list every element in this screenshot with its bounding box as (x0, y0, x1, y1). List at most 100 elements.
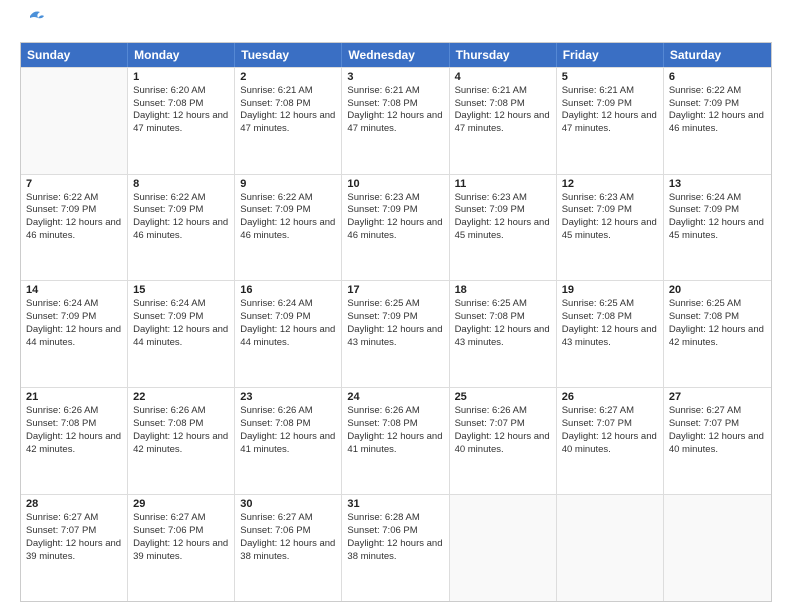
day-number: 2 (240, 71, 336, 83)
day-header-sunday: Sunday (21, 43, 128, 67)
day-header-monday: Monday (128, 43, 235, 67)
cell-info: Sunrise: 6:25 AMSunset: 7:08 PMDaylight:… (562, 298, 658, 349)
day-number: 6 (669, 71, 766, 83)
cal-cell (557, 495, 664, 601)
cal-cell: 12 Sunrise: 6:23 AMSunset: 7:09 PMDaylig… (557, 175, 664, 281)
cal-cell: 14 Sunrise: 6:24 AMSunset: 7:09 PMDaylig… (21, 281, 128, 387)
cal-cell: 29 Sunrise: 6:27 AMSunset: 7:06 PMDaylig… (128, 495, 235, 601)
cal-cell: 20 Sunrise: 6:25 AMSunset: 7:08 PMDaylig… (664, 281, 771, 387)
cal-cell: 4 Sunrise: 6:21 AMSunset: 7:08 PMDayligh… (450, 68, 557, 174)
day-number: 27 (669, 391, 766, 403)
day-number: 22 (133, 391, 229, 403)
cal-cell: 11 Sunrise: 6:23 AMSunset: 7:09 PMDaylig… (450, 175, 557, 281)
cell-info: Sunrise: 6:26 AMSunset: 7:07 PMDaylight:… (455, 405, 551, 456)
cell-info: Sunrise: 6:24 AMSunset: 7:09 PMDaylight:… (240, 298, 336, 349)
cell-info: Sunrise: 6:23 AMSunset: 7:09 PMDaylight:… (455, 192, 551, 243)
cell-info: Sunrise: 6:24 AMSunset: 7:09 PMDaylight:… (669, 192, 766, 243)
day-number: 21 (26, 391, 122, 403)
day-number: 28 (26, 498, 122, 510)
day-header-tuesday: Tuesday (235, 43, 342, 67)
day-header-wednesday: Wednesday (342, 43, 449, 67)
calendar-body: 1 Sunrise: 6:20 AMSunset: 7:08 PMDayligh… (21, 67, 771, 601)
cell-info: Sunrise: 6:23 AMSunset: 7:09 PMDaylight:… (562, 192, 658, 243)
cell-info: Sunrise: 6:21 AMSunset: 7:08 PMDaylight:… (347, 85, 443, 136)
day-number: 11 (455, 178, 551, 190)
day-header-thursday: Thursday (450, 43, 557, 67)
cal-cell (21, 68, 128, 174)
calendar-header: SundayMondayTuesdayWednesdayThursdayFrid… (21, 43, 771, 67)
cal-cell: 19 Sunrise: 6:25 AMSunset: 7:08 PMDaylig… (557, 281, 664, 387)
day-number: 1 (133, 71, 229, 83)
cal-cell: 25 Sunrise: 6:26 AMSunset: 7:07 PMDaylig… (450, 388, 557, 494)
cal-cell: 7 Sunrise: 6:22 AMSunset: 7:09 PMDayligh… (21, 175, 128, 281)
day-number: 5 (562, 71, 658, 83)
cell-info: Sunrise: 6:22 AMSunset: 7:09 PMDaylight:… (240, 192, 336, 243)
day-number: 26 (562, 391, 658, 403)
day-number: 24 (347, 391, 443, 403)
day-number: 10 (347, 178, 443, 190)
cal-cell: 22 Sunrise: 6:26 AMSunset: 7:08 PMDaylig… (128, 388, 235, 494)
cell-info: Sunrise: 6:27 AMSunset: 7:07 PMDaylight:… (562, 405, 658, 456)
cell-info: Sunrise: 6:26 AMSunset: 7:08 PMDaylight:… (240, 405, 336, 456)
cal-cell: 23 Sunrise: 6:26 AMSunset: 7:08 PMDaylig… (235, 388, 342, 494)
cell-info: Sunrise: 6:26 AMSunset: 7:08 PMDaylight:… (347, 405, 443, 456)
day-number: 9 (240, 178, 336, 190)
cal-cell: 28 Sunrise: 6:27 AMSunset: 7:07 PMDaylig… (21, 495, 128, 601)
day-number: 14 (26, 284, 122, 296)
day-number: 19 (562, 284, 658, 296)
day-number: 4 (455, 71, 551, 83)
cal-cell: 2 Sunrise: 6:21 AMSunset: 7:08 PMDayligh… (235, 68, 342, 174)
cal-cell: 27 Sunrise: 6:27 AMSunset: 7:07 PMDaylig… (664, 388, 771, 494)
day-number: 16 (240, 284, 336, 296)
cal-cell: 6 Sunrise: 6:22 AMSunset: 7:09 PMDayligh… (664, 68, 771, 174)
cal-cell: 15 Sunrise: 6:24 AMSunset: 7:09 PMDaylig… (128, 281, 235, 387)
cell-info: Sunrise: 6:20 AMSunset: 7:08 PMDaylight:… (133, 85, 229, 136)
cal-cell: 31 Sunrise: 6:28 AMSunset: 7:06 PMDaylig… (342, 495, 449, 601)
day-number: 15 (133, 284, 229, 296)
week-row-4: 21 Sunrise: 6:26 AMSunset: 7:08 PMDaylig… (21, 387, 771, 494)
cal-cell: 13 Sunrise: 6:24 AMSunset: 7:09 PMDaylig… (664, 175, 771, 281)
day-number: 20 (669, 284, 766, 296)
day-number: 31 (347, 498, 443, 510)
cell-info: Sunrise: 6:27 AMSunset: 7:07 PMDaylight:… (669, 405, 766, 456)
cell-info: Sunrise: 6:22 AMSunset: 7:09 PMDaylight:… (669, 85, 766, 136)
day-number: 7 (26, 178, 122, 190)
cal-cell (664, 495, 771, 601)
day-number: 18 (455, 284, 551, 296)
day-number: 17 (347, 284, 443, 296)
day-number: 29 (133, 498, 229, 510)
cell-info: Sunrise: 6:21 AMSunset: 7:09 PMDaylight:… (562, 85, 658, 136)
week-row-5: 28 Sunrise: 6:27 AMSunset: 7:07 PMDaylig… (21, 494, 771, 601)
day-number: 3 (347, 71, 443, 83)
day-number: 30 (240, 498, 336, 510)
day-number: 23 (240, 391, 336, 403)
cal-cell: 30 Sunrise: 6:27 AMSunset: 7:06 PMDaylig… (235, 495, 342, 601)
cal-cell: 16 Sunrise: 6:24 AMSunset: 7:09 PMDaylig… (235, 281, 342, 387)
cal-cell: 1 Sunrise: 6:20 AMSunset: 7:08 PMDayligh… (128, 68, 235, 174)
cell-info: Sunrise: 6:27 AMSunset: 7:06 PMDaylight:… (133, 512, 229, 563)
cell-info: Sunrise: 6:25 AMSunset: 7:09 PMDaylight:… (347, 298, 443, 349)
day-number: 25 (455, 391, 551, 403)
cell-info: Sunrise: 6:26 AMSunset: 7:08 PMDaylight:… (133, 405, 229, 456)
cell-info: Sunrise: 6:27 AMSunset: 7:06 PMDaylight:… (240, 512, 336, 563)
cell-info: Sunrise: 6:25 AMSunset: 7:08 PMDaylight:… (455, 298, 551, 349)
week-row-1: 1 Sunrise: 6:20 AMSunset: 7:08 PMDayligh… (21, 67, 771, 174)
day-header-friday: Friday (557, 43, 664, 67)
cal-cell: 10 Sunrise: 6:23 AMSunset: 7:09 PMDaylig… (342, 175, 449, 281)
cell-info: Sunrise: 6:23 AMSunset: 7:09 PMDaylight:… (347, 192, 443, 243)
cal-cell: 5 Sunrise: 6:21 AMSunset: 7:09 PMDayligh… (557, 68, 664, 174)
day-number: 12 (562, 178, 658, 190)
logo (20, 16, 44, 36)
cal-cell: 26 Sunrise: 6:27 AMSunset: 7:07 PMDaylig… (557, 388, 664, 494)
day-number: 13 (669, 178, 766, 190)
cal-cell: 21 Sunrise: 6:26 AMSunset: 7:08 PMDaylig… (21, 388, 128, 494)
header (20, 16, 772, 36)
cell-info: Sunrise: 6:26 AMSunset: 7:08 PMDaylight:… (26, 405, 122, 456)
cal-cell: 3 Sunrise: 6:21 AMSunset: 7:08 PMDayligh… (342, 68, 449, 174)
cal-cell (450, 495, 557, 601)
cell-info: Sunrise: 6:25 AMSunset: 7:08 PMDaylight:… (669, 298, 766, 349)
cell-info: Sunrise: 6:21 AMSunset: 7:08 PMDaylight:… (240, 85, 336, 136)
calendar: SundayMondayTuesdayWednesdayThursdayFrid… (20, 42, 772, 602)
cell-info: Sunrise: 6:28 AMSunset: 7:06 PMDaylight:… (347, 512, 443, 563)
week-row-2: 7 Sunrise: 6:22 AMSunset: 7:09 PMDayligh… (21, 174, 771, 281)
